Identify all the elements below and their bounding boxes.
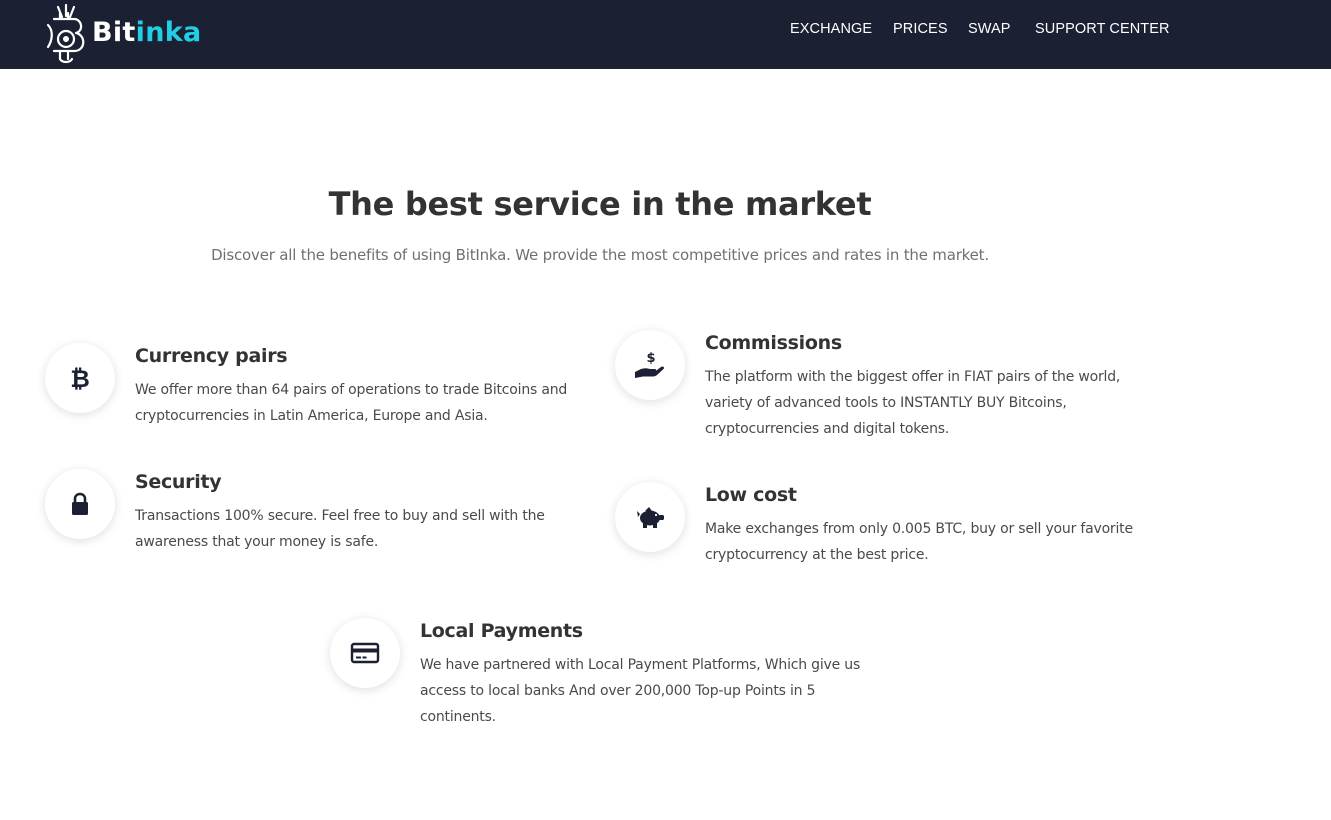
feature-desc-currency-pairs: We offer more than 64 pairs of operation…	[135, 382, 568, 424]
commissions-icon-badge: $	[615, 330, 685, 400]
brand-name-part2: inka	[135, 17, 202, 48]
feature-desc-commissions: The platform with the biggest offer in F…	[705, 369, 1121, 437]
feature-title-low-cost: Low cost	[705, 484, 797, 506]
page-subtitle: Discover all the benefits of using BitIn…	[211, 246, 989, 264]
brand-wordmark: Bitinka	[92, 18, 202, 48]
low-cost-icon-badge	[615, 482, 685, 552]
lock-icon	[72, 492, 88, 515]
security-icon-badge	[45, 469, 115, 539]
feature-desc-security: Transactions 100% secure. Feel free to b…	[135, 508, 545, 550]
credit-card-icon	[350, 642, 380, 664]
nav-prices[interactable]: PRICES	[893, 21, 948, 39]
local-payments-icon-badge	[330, 618, 400, 688]
top-navbar: Bitinka EXCHANGE PRICES SWAP SUPPORT CEN…	[0, 0, 1331, 69]
feature-title-local-payments: Local Payments	[420, 620, 583, 642]
svg-text:$: $	[646, 351, 655, 366]
feature-title-commissions: Commissions	[705, 332, 842, 354]
svg-text:₿: ₿	[70, 365, 90, 393]
nav-exchange[interactable]: EXCHANGE	[790, 21, 872, 39]
nav-swap[interactable]: SWAP	[968, 21, 1011, 39]
inca-warrior-logo-icon	[46, 3, 85, 64]
nav-support-center[interactable]: SUPPORT CENTER	[1035, 21, 1170, 39]
currency-pairs-icon-badge: ₿	[45, 343, 115, 413]
feature-title-security: Security	[135, 471, 222, 493]
piggy-bank-icon	[637, 507, 664, 528]
feature-desc-local-payments: We have partnered with Local Payment Pla…	[420, 657, 861, 725]
feature-title-currency-pairs: Currency pairs	[135, 345, 288, 367]
hand-dollar-icon: $	[635, 351, 665, 378]
brand-name-part1: Bit	[92, 17, 136, 48]
page-title: The best service in the market	[328, 185, 872, 223]
bitcoin-icon: ₿	[70, 365, 90, 393]
brand-logo[interactable]: Bitinka	[44, 3, 204, 65]
feature-desc-low-cost: Make exchanges from only 0.005 BTC, buy …	[705, 521, 1133, 563]
